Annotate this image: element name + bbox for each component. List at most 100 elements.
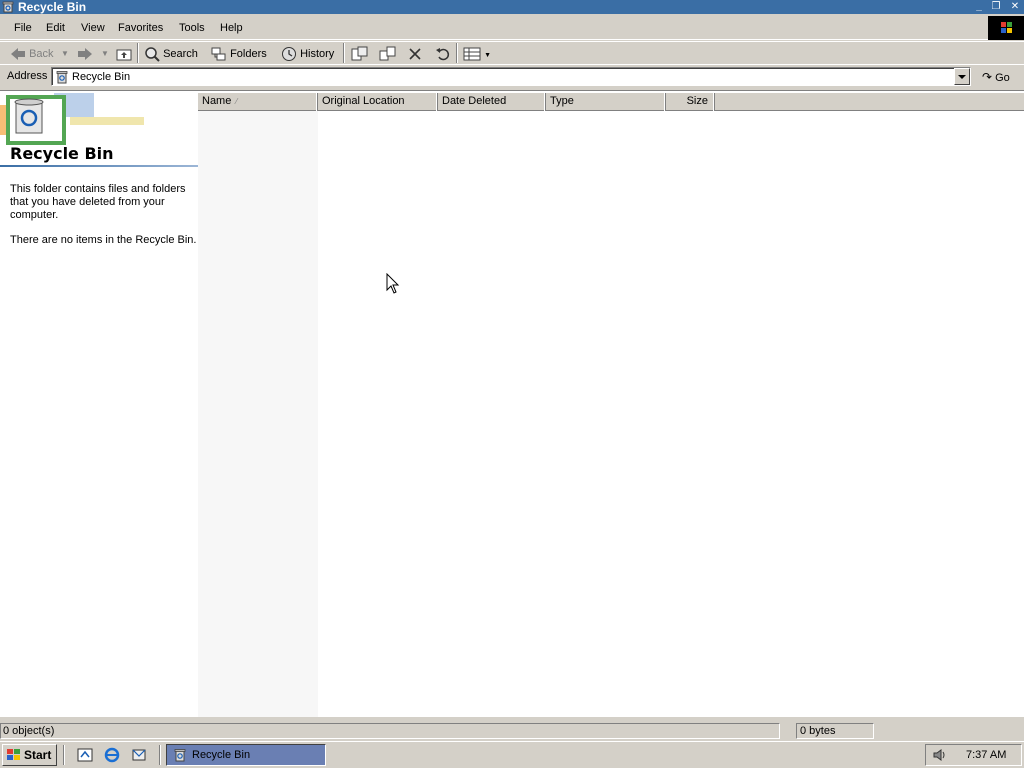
forward-dropdown-button[interactable]: ▼ [101,45,109,63]
chevron-down-icon: ▼ [101,49,109,58]
minimize-icon: _ [976,1,982,12]
internet-explorer-icon[interactable] [104,747,120,763]
volume-icon[interactable] [932,748,948,762]
go-arrow-icon: ↷ [982,70,993,84]
taskbar-button-label: Recycle Bin [192,749,251,761]
window-title: Recycle Bin [18,0,87,14]
forward-arrow-icon [78,48,92,61]
status-size: 0 bytes [796,723,874,739]
column-name-label: Name [202,95,232,107]
start-label: Start [24,748,52,762]
toolbar-separator [343,43,345,63]
views-icon [463,47,481,61]
delete-button[interactable] [408,45,422,63]
column-original-location[interactable]: Original Location [318,93,438,111]
address-value: Recycle Bin [72,71,131,83]
go-label: Go [995,72,1010,84]
status-object-count: 0 object(s) [0,723,780,739]
toolbar-separator [137,43,139,63]
menu-favorites[interactable]: Favorites [118,22,163,34]
close-button[interactable]: ✕ [1008,1,1022,13]
history-icon [282,47,296,62]
up-folder-icon [116,49,132,61]
minimize-button[interactable]: _ [972,1,986,13]
pane-description: This folder contains files and folders t… [10,183,186,221]
column-size[interactable]: Size [666,93,715,111]
chevron-down-icon [958,75,966,79]
column-type[interactable]: Type [546,93,666,111]
move-to-icon [351,46,368,61]
forward-button[interactable] [77,45,93,63]
mouse-cursor-icon [386,273,400,294]
folders-button[interactable]: Folders [211,45,267,63]
title-bar: Recycle Bin _ ❐ ✕ [0,0,1024,14]
copy-to-button[interactable] [379,45,397,63]
move-to-button[interactable] [351,45,369,63]
copy-to-icon [379,46,396,61]
column-date-deleted[interactable]: Date Deleted [438,93,546,111]
outlook-express-icon[interactable] [131,747,147,763]
clock[interactable]: 7:37 AM [966,749,1006,761]
menu-edit[interactable]: Edit [46,22,65,34]
folders-icon [211,47,226,61]
column-original-location-label: Original Location [322,95,405,107]
taskbar-separator [63,745,65,765]
menu-bar: File Edit View Favorites Tools Help [0,16,1024,40]
chevron-down-icon: ▼ [61,49,69,58]
recycle-bin-icon [2,1,14,13]
close-icon: ✕ [1010,1,1020,12]
back-button[interactable]: Back [10,45,54,63]
show-desktop-icon[interactable] [77,747,93,763]
taskbar: Start Recycle Bin 7:37 AM [0,741,1024,768]
back-dropdown-button[interactable]: ▼ [61,45,69,63]
recycle-bin-banner-icon [0,93,144,145]
toolbar: Back ▼ ▼ Search Folders History ▼ [0,41,1024,64]
undo-icon [436,48,450,61]
back-label: Back [29,48,54,60]
views-button[interactable]: ▼ [463,45,491,63]
toolbar-separator [456,43,458,63]
history-button[interactable]: History [281,45,334,63]
address-input[interactable]: Recycle Bin [51,67,971,86]
search-label: Search [163,48,198,60]
search-icon [145,47,160,62]
taskbar-button-recycle-bin[interactable]: Recycle Bin [166,744,326,766]
go-button[interactable]: ↷ Go [982,70,1010,84]
up-folder-button[interactable] [116,45,132,63]
search-button[interactable]: Search [144,45,198,63]
content-area: Recycle Bin This folder contains files a… [0,90,1024,717]
address-dropdown-button[interactable] [954,68,970,85]
sorted-column-highlight [198,111,318,717]
column-type-label: Type [550,95,574,107]
column-headers: Name ⁄ Original Location Date Deleted Ty… [198,93,1024,111]
heading-divider [0,165,198,167]
empty-note: There are no items in the Recycle Bin. [10,234,197,246]
restore-button[interactable]: ❐ [989,1,1003,13]
pane-heading: Recycle Bin [10,144,114,163]
history-label: History [300,48,335,60]
menu-view[interactable]: View [81,22,105,34]
column-name[interactable]: Name ⁄ [198,93,318,111]
start-button[interactable]: Start [2,744,57,766]
sort-ascending-icon: ⁄ [236,97,238,106]
address-label: Address [7,70,48,82]
taskbar-separator [159,745,161,765]
chevron-down-icon: ▼ [484,52,491,59]
windows-flag-icon [1001,22,1012,33]
back-arrow-icon [11,48,25,61]
windows-logo [988,16,1024,40]
recycle-bin-icon [174,749,186,762]
file-list[interactable]: Name ⁄ Original Location Date Deleted Ty… [198,91,1024,717]
system-tray: 7:37 AM [925,744,1022,766]
restore-icon: ❐ [991,1,1001,12]
undo-button[interactable] [435,45,451,63]
address-bar: Address Recycle Bin ↷ Go [0,64,1024,87]
menu-tools[interactable]: Tools [179,22,205,34]
delete-icon [409,48,421,60]
info-pane: Recycle Bin This folder contains files a… [0,91,198,717]
folders-label: Folders [230,48,267,60]
recycle-bin-icon [56,71,68,84]
menu-help[interactable]: Help [220,22,243,34]
windows-flag-icon [7,749,20,760]
menu-file[interactable]: File [14,22,32,34]
